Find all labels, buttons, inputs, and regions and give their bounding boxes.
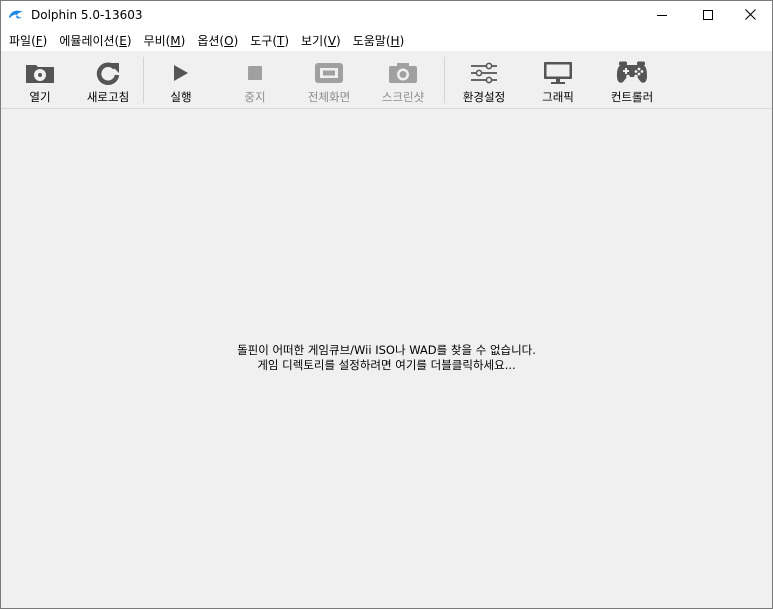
close-button[interactable]	[727, 1, 773, 31]
window-title: Dolphin 5.0-13603	[31, 8, 143, 22]
minimize-icon	[657, 9, 667, 23]
menu-help[interactable]: 도움말(H)	[347, 31, 411, 51]
fullscreen-button[interactable]: 전체화면	[292, 51, 366, 109]
toolbar: 열기 새로고침 실행 중지 전체화면 스크린샷 환경설정 그래픽 컨트롤러	[1, 51, 772, 109]
game-list-area[interactable]: 돌핀이 어떠한 게임큐브/Wii ISO나 WAD를 찾을 수 없습니다. 게임…	[1, 109, 772, 608]
sliders-icon	[470, 60, 498, 86]
empty-message-line-2: 게임 디렉토리를 설정하려면 여기를 더블클릭하세요...	[257, 358, 516, 372]
controllers-label: 컨트롤러	[610, 90, 654, 104]
menu-view[interactable]: 보기(V)	[295, 31, 347, 51]
play-button[interactable]: 실행	[144, 51, 218, 109]
menu-emulation[interactable]: 에뮬레이션(E)	[53, 31, 137, 51]
graphics-label: 그래픽	[542, 90, 574, 104]
screenshot-button[interactable]: 스크린샷	[366, 51, 440, 109]
refresh-label: 새로고침	[86, 90, 130, 104]
play-label: 실행	[170, 90, 192, 104]
monitor-icon	[543, 60, 573, 86]
refresh-icon	[95, 60, 121, 86]
fullscreen-icon	[314, 60, 344, 86]
open-disc-icon	[25, 60, 55, 86]
menu-file[interactable]: 파일(F)	[3, 31, 53, 51]
config-label: 환경설정	[462, 90, 506, 104]
stop-icon	[248, 60, 262, 86]
maximize-icon	[703, 9, 713, 23]
stop-button[interactable]: 중지	[218, 51, 292, 109]
title-bar[interactable]: Dolphin 5.0-13603	[1, 1, 772, 31]
camera-icon	[388, 60, 418, 86]
graphics-button[interactable]: 그래픽	[521, 51, 595, 109]
menu-bar: 파일(F) 에뮬레이션(E) 무비(M) 옵션(O) 도구(T) 보기(V) 도…	[1, 31, 772, 51]
controllers-button[interactable]: 컨트롤러	[595, 51, 669, 109]
refresh-button[interactable]: 새로고침	[71, 51, 145, 109]
empty-message-line-1: 돌핀이 어떠한 게임큐브/Wii ISO나 WAD를 찾을 수 없습니다.	[237, 343, 536, 357]
dolphin-logo-icon	[8, 8, 25, 22]
maximize-button[interactable]	[685, 1, 731, 31]
open-button[interactable]: 열기	[3, 51, 77, 109]
empty-game-list-message[interactable]: 돌핀이 어떠한 게임큐브/Wii ISO나 WAD를 찾을 수 없습니다. 게임…	[1, 343, 772, 373]
menu-movie[interactable]: 무비(M)	[138, 31, 192, 51]
menu-options[interactable]: 옵션(O)	[191, 31, 244, 51]
menu-tools[interactable]: 도구(T)	[244, 31, 295, 51]
minimize-button[interactable]	[639, 1, 685, 31]
stop-label: 중지	[244, 90, 266, 104]
screenshot-label: 스크린샷	[381, 90, 425, 104]
toolbar-separator	[444, 57, 445, 103]
close-icon	[744, 9, 756, 23]
fullscreen-label: 전체화면	[307, 90, 351, 104]
gamepad-icon	[616, 60, 648, 86]
play-icon	[173, 60, 189, 86]
open-label: 열기	[29, 90, 51, 104]
dolphin-window: Dolphin 5.0-13603 파일(F) 에뮬레이션(E) 무비(M) 옵…	[0, 0, 773, 609]
config-button[interactable]: 환경설정	[447, 51, 521, 109]
